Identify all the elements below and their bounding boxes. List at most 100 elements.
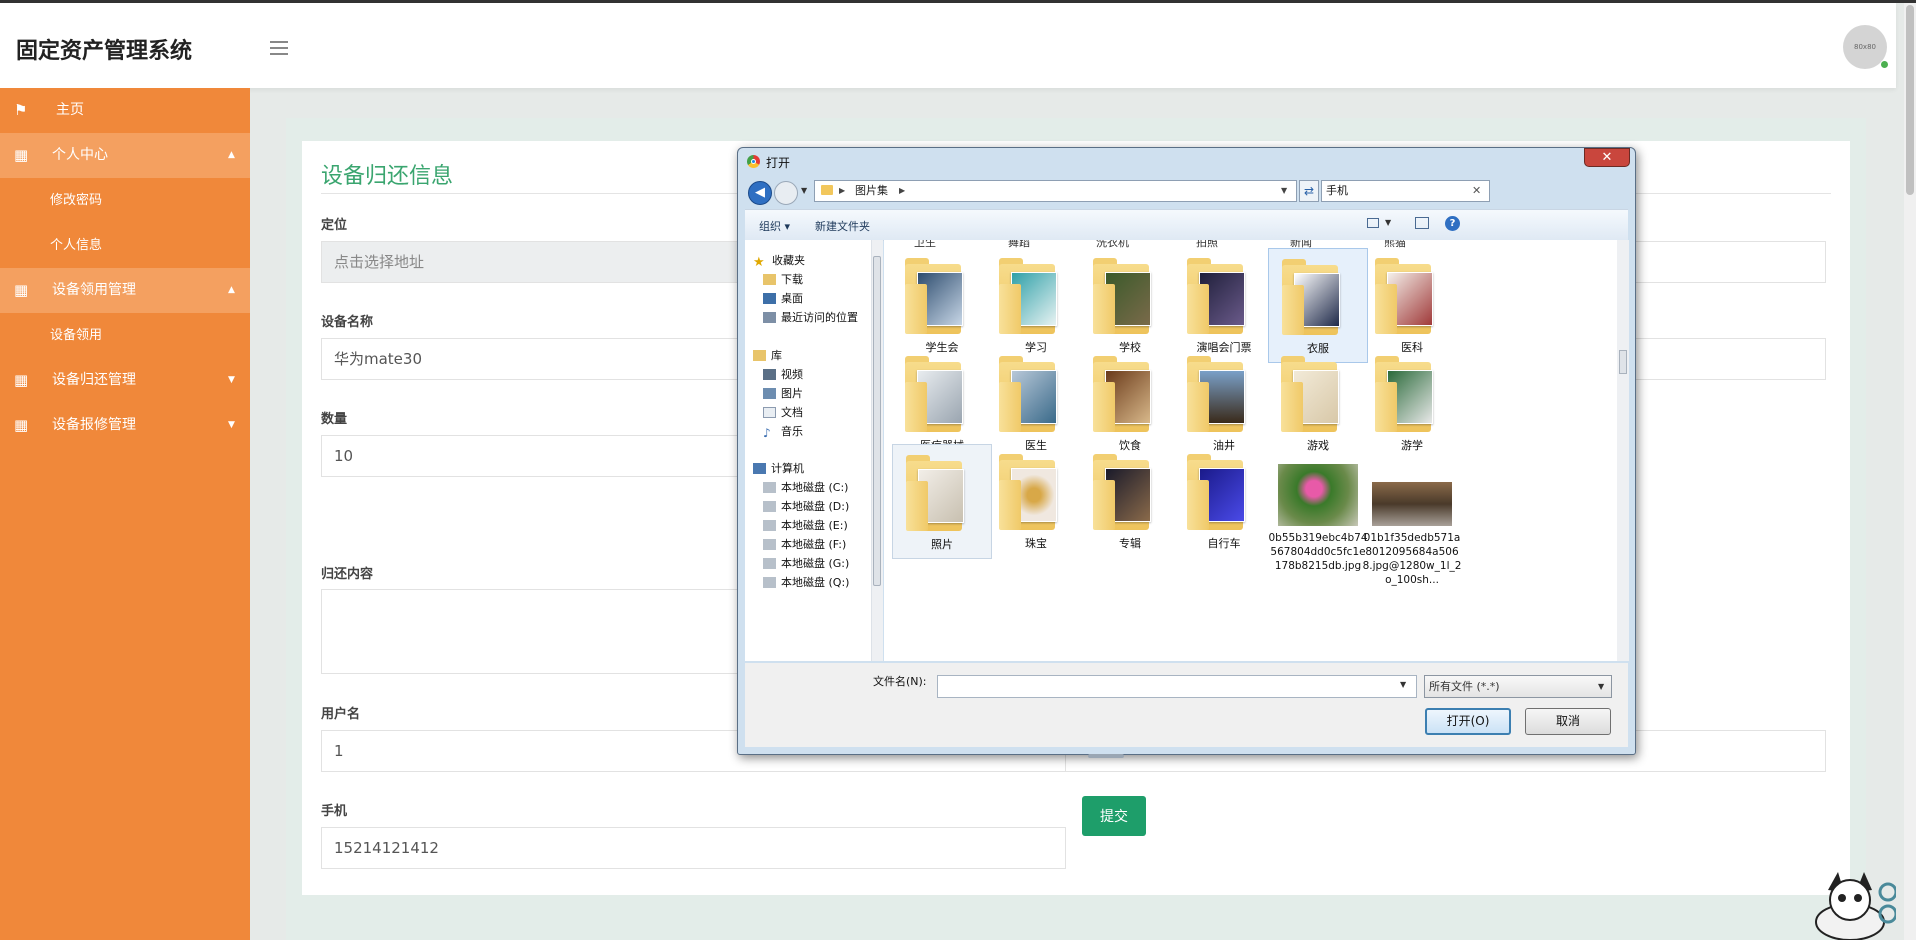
sidebar-subitem-personal-info[interactable]: 个人信息 — [0, 223, 250, 268]
drive-icon — [763, 501, 776, 512]
phone-field[interactable]: 15214121412 — [321, 827, 1066, 869]
image-file-item[interactable]: 01b1f35dedb571a8012095684a5068.jpg@1280w… — [1362, 444, 1462, 586]
refresh-icon[interactable]: ⇄ — [1299, 180, 1319, 202]
app-title: 固定资产管理系统 — [16, 39, 193, 64]
filename-input[interactable]: ▼ — [937, 675, 1417, 698]
nav-label: 文档 — [781, 406, 803, 419]
help-icon[interactable]: ? — [1445, 216, 1460, 231]
navigation-pane: ★ 收藏夹 下载 桌面 最近访问的位置 库 视频 图片 文档 ♪ 音乐 计算机 本地… — [745, 240, 871, 661]
drive-icon — [763, 520, 776, 531]
sidebar-item-device-repair[interactable]: ▦ 设备报修管理 ▼ — [0, 403, 250, 448]
address-bar[interactable]: ▶ 图片集 ▶ ▼ — [814, 180, 1297, 202]
folder-icon — [1093, 254, 1165, 334]
file-list-scrollbar-thumb[interactable] — [1619, 350, 1627, 374]
nav-item-downloads[interactable]: 下载 — [763, 271, 803, 287]
nav-label: 计算机 — [771, 462, 804, 475]
pictures-icon — [763, 388, 776, 399]
nav-label: 下载 — [781, 273, 803, 286]
filetype-dropdown-icon: ▼ — [1598, 682, 1605, 691]
libraries-group[interactable]: 库 — [753, 347, 782, 363]
folder-icon — [1281, 352, 1353, 432]
folder-icon — [999, 352, 1071, 432]
nav-item-music[interactable]: ♪ 音乐 — [763, 423, 803, 440]
nav-label: 音乐 — [781, 425, 803, 438]
history-dropdown-icon[interactable]: ▼ — [801, 186, 807, 195]
sidebar-item-device-checkout[interactable]: ▦ 设备领用管理 ▲ — [0, 268, 250, 313]
folder-icon — [1375, 254, 1447, 334]
sidebar-item-home[interactable]: ⚑ 主页 — [0, 88, 250, 133]
folder-item[interactable]: 自行车 — [1174, 444, 1274, 559]
filename-dropdown-icon[interactable]: ▼ — [1400, 680, 1406, 689]
image-file-item[interactable]: 0b55b319ebc4b74567804dd0c5fc1e178b8215db… — [1268, 444, 1368, 584]
filetype-value: 所有文件 (*.*) — [1429, 680, 1500, 693]
computer-group[interactable]: 计算机 — [753, 460, 804, 476]
dialog-close-button[interactable]: ✕ — [1584, 148, 1630, 167]
open-button[interactable]: 打开(O) — [1425, 708, 1511, 735]
nav-item-pictures[interactable]: 图片 — [763, 385, 803, 401]
filetype-select[interactable]: 所有文件 (*.*) ▼ — [1424, 675, 1612, 698]
nav-item-desktop[interactable]: 桌面 — [763, 290, 803, 306]
sidebar-item-label: 个人中心 — [52, 147, 108, 163]
new-folder-button[interactable]: 新建文件夹 — [815, 218, 870, 234]
nav-item-drive-f[interactable]: 本地磁盘 (F:) — [763, 536, 846, 552]
organize-menu[interactable]: 组织 ▾ — [759, 218, 790, 234]
dialog-resize-grip[interactable] — [1088, 754, 1124, 758]
chevron-up-icon: ▲ — [228, 285, 235, 295]
quantity-label: 数量 — [321, 412, 348, 427]
nav-item-documents[interactable]: 文档 — [763, 404, 803, 420]
drive-icon — [763, 482, 776, 493]
nav-item-recent[interactable]: 最近访问的位置 — [763, 309, 858, 325]
folder-item[interactable]: 专辑 — [1080, 444, 1180, 559]
return-content-label: 归还内容 — [321, 567, 374, 582]
nav-item-videos[interactable]: 视频 — [763, 366, 803, 382]
nav-label: 本地磁盘 (G:) — [781, 557, 850, 570]
nav-label: 图片 — [781, 387, 803, 400]
submit-button[interactable]: 提交 — [1082, 796, 1146, 836]
menu-toggle-icon[interactable] — [270, 41, 288, 59]
forward-arrow-icon[interactable] — [774, 181, 798, 205]
file-list-scrollbar[interactable] — [1617, 240, 1629, 661]
sidebar-subitem-device-checkout[interactable]: 设备领用 — [0, 313, 250, 358]
image-thumbnail — [1278, 464, 1358, 526]
sidebar-item-personal-center[interactable]: ▦ 个人中心 ▲ — [0, 133, 250, 178]
nav-item-drive-c[interactable]: 本地磁盘 (C:) — [763, 479, 848, 495]
nav-item-drive-g[interactable]: 本地磁盘 (G:) — [763, 555, 849, 571]
address-dropdown-icon[interactable]: ▼ — [1281, 181, 1287, 201]
sidebar-item-device-return[interactable]: ▦ 设备归还管理 ▼ — [0, 358, 250, 403]
folder-name: 专辑 — [1119, 537, 1141, 550]
view-icon[interactable] — [1367, 218, 1379, 228]
folder-item[interactable]: 珠宝 — [986, 444, 1086, 559]
view-dropdown-icon[interactable]: ▼ — [1385, 218, 1391, 227]
folder-icon — [1187, 254, 1259, 334]
library-icon — [753, 350, 766, 361]
location-label: 定位 — [321, 218, 348, 233]
page-scrollbar-thumb[interactable] — [1906, 5, 1914, 195]
favorites-group[interactable]: ★ 收藏夹 — [753, 252, 805, 270]
sidebar-subitem-change-password[interactable]: 修改密码 — [0, 178, 250, 223]
computer-icon — [753, 463, 766, 474]
drive-icon — [763, 539, 776, 550]
app-header: 固定资产管理系统 — [0, 3, 1896, 88]
nav-label: 本地磁盘 (E:) — [781, 519, 848, 532]
file-name: 01b1f35dedb571a8012095684a5068.jpg@1280w… — [1362, 532, 1462, 586]
preview-pane-icon[interactable] — [1415, 217, 1429, 229]
page-scrollbar[interactable] — [1904, 3, 1916, 940]
clear-search-icon[interactable]: ✕ — [1472, 181, 1481, 201]
search-input[interactable]: 手机 ✕ — [1321, 180, 1490, 202]
nav-item-drive-q[interactable]: 本地磁盘 (Q:) — [763, 574, 849, 590]
device-name-label: 设备名称 — [321, 315, 374, 330]
folder-icon — [1375, 352, 1447, 432]
breadcrumb[interactable]: 图片集 — [855, 181, 888, 201]
cancel-button[interactable]: 取消 — [1525, 708, 1611, 735]
chevron-down-icon: ▼ — [228, 420, 235, 430]
nav-item-drive-e[interactable]: 本地磁盘 (E:) — [763, 517, 848, 533]
nav-pane-scrollbar[interactable] — [871, 240, 883, 661]
folder-item[interactable]: 照片 — [892, 444, 992, 559]
back-arrow-icon[interactable]: ◀ — [748, 181, 772, 205]
star-icon: ★ — [753, 255, 765, 270]
nav-item-drive-d[interactable]: 本地磁盘 (D:) — [763, 498, 849, 514]
nav-pane-scrollbar-thumb[interactable] — [873, 256, 881, 586]
image-thumbnail — [1372, 482, 1452, 526]
phone-label: 手机 — [321, 804, 348, 819]
breadcrumb-separator-icon[interactable]: ▶ — [899, 181, 905, 201]
